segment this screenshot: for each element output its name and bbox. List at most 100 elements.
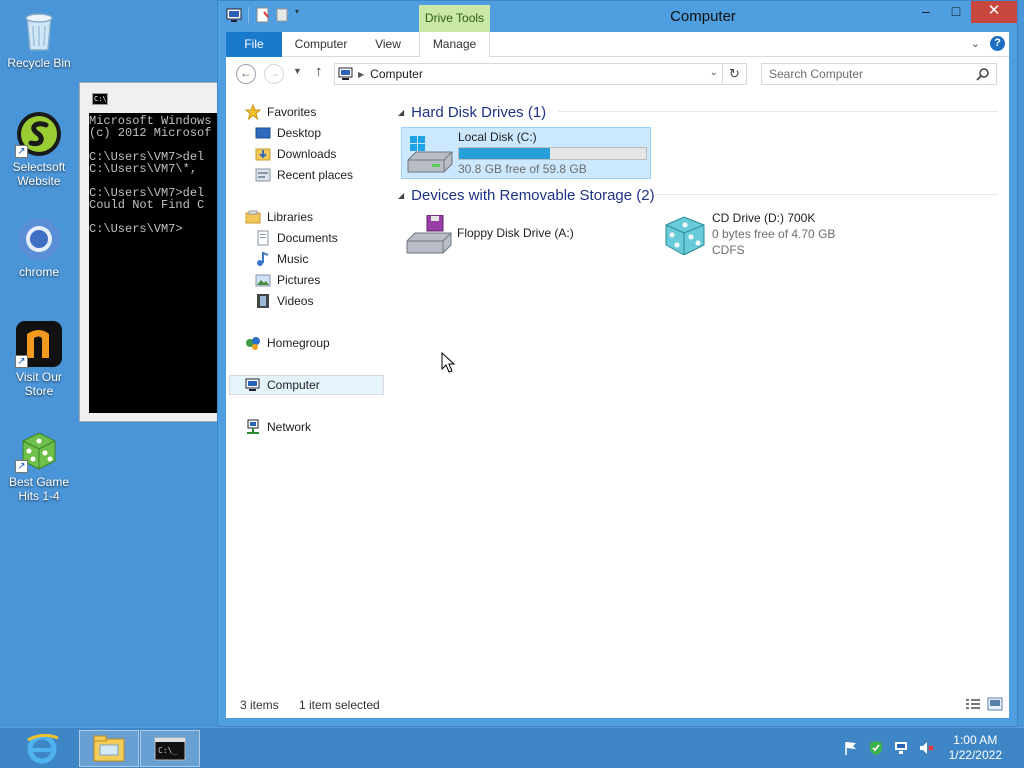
- back-button[interactable]: ←: [236, 64, 256, 84]
- mouse-cursor-icon: [441, 352, 455, 373]
- file-explorer-window[interactable]: ▾ Drive Tools Computer – □ ✕ File Comput…: [217, 0, 1018, 727]
- help-icon[interactable]: ?: [990, 36, 1005, 51]
- navigation-bar: ← → ▼ ↑ ▶ Computer ⌄ ↻: [226, 57, 1009, 93]
- status-item-count: 3 items: [240, 698, 279, 712]
- recent-locations-dropdown-icon[interactable]: ▼: [293, 66, 302, 76]
- svg-text:C:\_: C:\_: [158, 746, 177, 755]
- close-button[interactable]: ✕: [971, 1, 1017, 23]
- nav-item-label: Downloads: [277, 147, 337, 161]
- tab-view[interactable]: View: [366, 32, 410, 57]
- nav-item-videos[interactable]: Videos: [255, 291, 313, 311]
- drive-tile-local-disk-c[interactable]: Local Disk (C:) 30.8 GB free of 59.8 GB: [401, 127, 651, 179]
- desktop-icon-label: Visit Our Store: [16, 370, 62, 398]
- desktop-icon-recycle-bin[interactable]: Recycle Bin: [2, 6, 76, 70]
- drive-free-space: 30.8 GB free of 59.8 GB: [458, 162, 587, 176]
- pictures-icon: [255, 274, 271, 287]
- nav-item-label: Music: [277, 252, 309, 266]
- videos-film-icon: [257, 294, 269, 308]
- drive-capacity-bar: [458, 147, 647, 160]
- up-button[interactable]: ↑: [315, 63, 323, 80]
- nav-item-desktop[interactable]: Desktop: [255, 123, 321, 143]
- action-center-flag-icon[interactable]: [843, 740, 859, 756]
- expand-ribbon-icon[interactable]: ⌄: [971, 37, 980, 50]
- search-icon[interactable]: [976, 67, 990, 81]
- desktop-icon-selectsoft-website[interactable]: ↗ Selectsoft Website: [2, 110, 76, 188]
- refresh-button[interactable]: ↻: [722, 64, 746, 84]
- nav-item-label: Recent places: [277, 168, 354, 182]
- nav-item-recent-places[interactable]: Recent places: [255, 165, 353, 185]
- desktop-icon-label: Recycle Bin: [7, 56, 71, 70]
- tab-manage[interactable]: Manage: [419, 32, 490, 57]
- taskbar-file-explorer[interactable]: [79, 730, 139, 767]
- group-header-hard-disk-drives[interactable]: ◢ Hard Disk Drives (1): [398, 101, 998, 123]
- breadcrumb-computer[interactable]: Computer: [370, 67, 423, 81]
- drive-tools-contextual-tab[interactable]: Drive Tools: [419, 5, 490, 32]
- store-logo-icon: ↗: [15, 320, 63, 368]
- desktop-icon-label: Best Game Hits 1-4: [8, 475, 70, 503]
- minimize-button[interactable]: –: [911, 1, 941, 23]
- security-shield-icon[interactable]: [868, 740, 884, 756]
- nav-item-music[interactable]: Music: [255, 249, 308, 269]
- hard-drive-icon: [407, 136, 453, 173]
- collapse-caret-icon[interactable]: ◢: [398, 108, 404, 117]
- cmd-console-output[interactable]: Microsoft Windows (c) 2012 Microsof C:\U…: [89, 113, 228, 413]
- nav-item-homegroup[interactable]: Homegroup: [245, 333, 330, 353]
- drive-tile-cd-d[interactable]: CD Drive (D:) 700K 0 bytes free of 4.70 …: [656, 209, 906, 261]
- nav-item-label: Desktop: [277, 126, 322, 140]
- breadcrumb-chevron-icon[interactable]: ▶: [358, 70, 364, 79]
- desktop-icon-chrome[interactable]: chrome: [2, 215, 76, 279]
- notification-area: [843, 740, 934, 756]
- address-bar[interactable]: ▶ Computer ⌄ ↻: [334, 63, 747, 85]
- new-folder-icon[interactable]: [275, 7, 291, 23]
- maximize-button[interactable]: □: [941, 1, 971, 23]
- shortcut-arrow-icon: ↗: [15, 145, 28, 158]
- nav-item-documents[interactable]: Documents: [255, 228, 338, 248]
- drive-name: Local Disk (C:): [458, 130, 537, 144]
- computer-icon: [245, 378, 260, 391]
- command-prompt-window[interactable]: C:\_ Microsoft Windows (c) 2012 Microsof…: [79, 82, 229, 422]
- volume-muted-icon[interactable]: [918, 740, 934, 756]
- nav-item-downloads[interactable]: Downloads: [255, 144, 336, 164]
- tab-computer[interactable]: Computer: [288, 32, 354, 57]
- large-icons-view-icon[interactable]: [987, 697, 1003, 711]
- group-header-removable-storage[interactable]: ◢ Devices with Removable Storage (2): [398, 184, 998, 206]
- drive-file-system: CDFS: [712, 243, 745, 257]
- drive-name: Floppy Disk Drive (A:): [457, 226, 574, 240]
- selectsoft-logo-icon: ↗: [15, 110, 63, 158]
- search-box[interactable]: [761, 63, 997, 85]
- computer-small-icon[interactable]: [226, 7, 242, 23]
- quick-access-toolbar: ▾: [226, 7, 305, 23]
- network-status-icon[interactable]: [893, 740, 909, 756]
- taskbar-internet-explorer[interactable]: [12, 730, 72, 767]
- nav-item-network[interactable]: Network: [245, 417, 311, 437]
- desktop-folder-icon: [255, 127, 271, 139]
- desktop-icon-best-game-hits[interactable]: ↗ Best Game Hits 1-4: [2, 425, 76, 503]
- customize-toolbar-dropdown-icon[interactable]: ▾: [295, 7, 305, 23]
- forward-button[interactable]: →: [264, 64, 284, 84]
- view-switcher: [965, 697, 1003, 711]
- nav-item-libraries[interactable]: Libraries: [245, 207, 313, 227]
- search-input[interactable]: [762, 64, 962, 84]
- status-selection: 1 item selected: [299, 698, 380, 712]
- properties-icon[interactable]: [255, 7, 271, 23]
- address-dropdown-icon[interactable]: ⌄: [710, 67, 718, 78]
- taskbar-command-prompt[interactable]: C:\_: [140, 730, 200, 767]
- nav-item-computer[interactable]: Computer: [229, 375, 384, 395]
- floppy-drive-icon: [406, 215, 452, 254]
- tab-file[interactable]: File: [226, 32, 282, 57]
- libraries-icon: [245, 210, 261, 224]
- music-note-icon: [257, 251, 269, 266]
- content-pane[interactable]: ◢ Hard Disk Drives (1) Local Disk (C:) 3…: [398, 98, 1009, 688]
- nav-item-label: Network: [267, 420, 312, 434]
- drive-tile-floppy-a[interactable]: Floppy Disk Drive (A:): [401, 209, 651, 261]
- nav-item-favorites[interactable]: Favorites: [245, 102, 316, 122]
- desktop-icon-visit-our-store[interactable]: ↗ Visit Our Store: [2, 320, 76, 398]
- nav-item-pictures[interactable]: Pictures: [255, 270, 320, 290]
- cmd-titlebar[interactable]: C:\_: [80, 83, 228, 113]
- collapse-caret-icon[interactable]: ◢: [398, 191, 404, 200]
- desktop-icon-label: chrome: [18, 265, 59, 279]
- explorer-titlebar[interactable]: ▾ Drive Tools Computer – □ ✕: [218, 1, 1017, 32]
- details-view-icon[interactable]: [965, 697, 981, 711]
- system-clock[interactable]: 1:00 AM 1/22/2022: [949, 733, 1002, 763]
- nav-item-label: Libraries: [267, 210, 314, 224]
